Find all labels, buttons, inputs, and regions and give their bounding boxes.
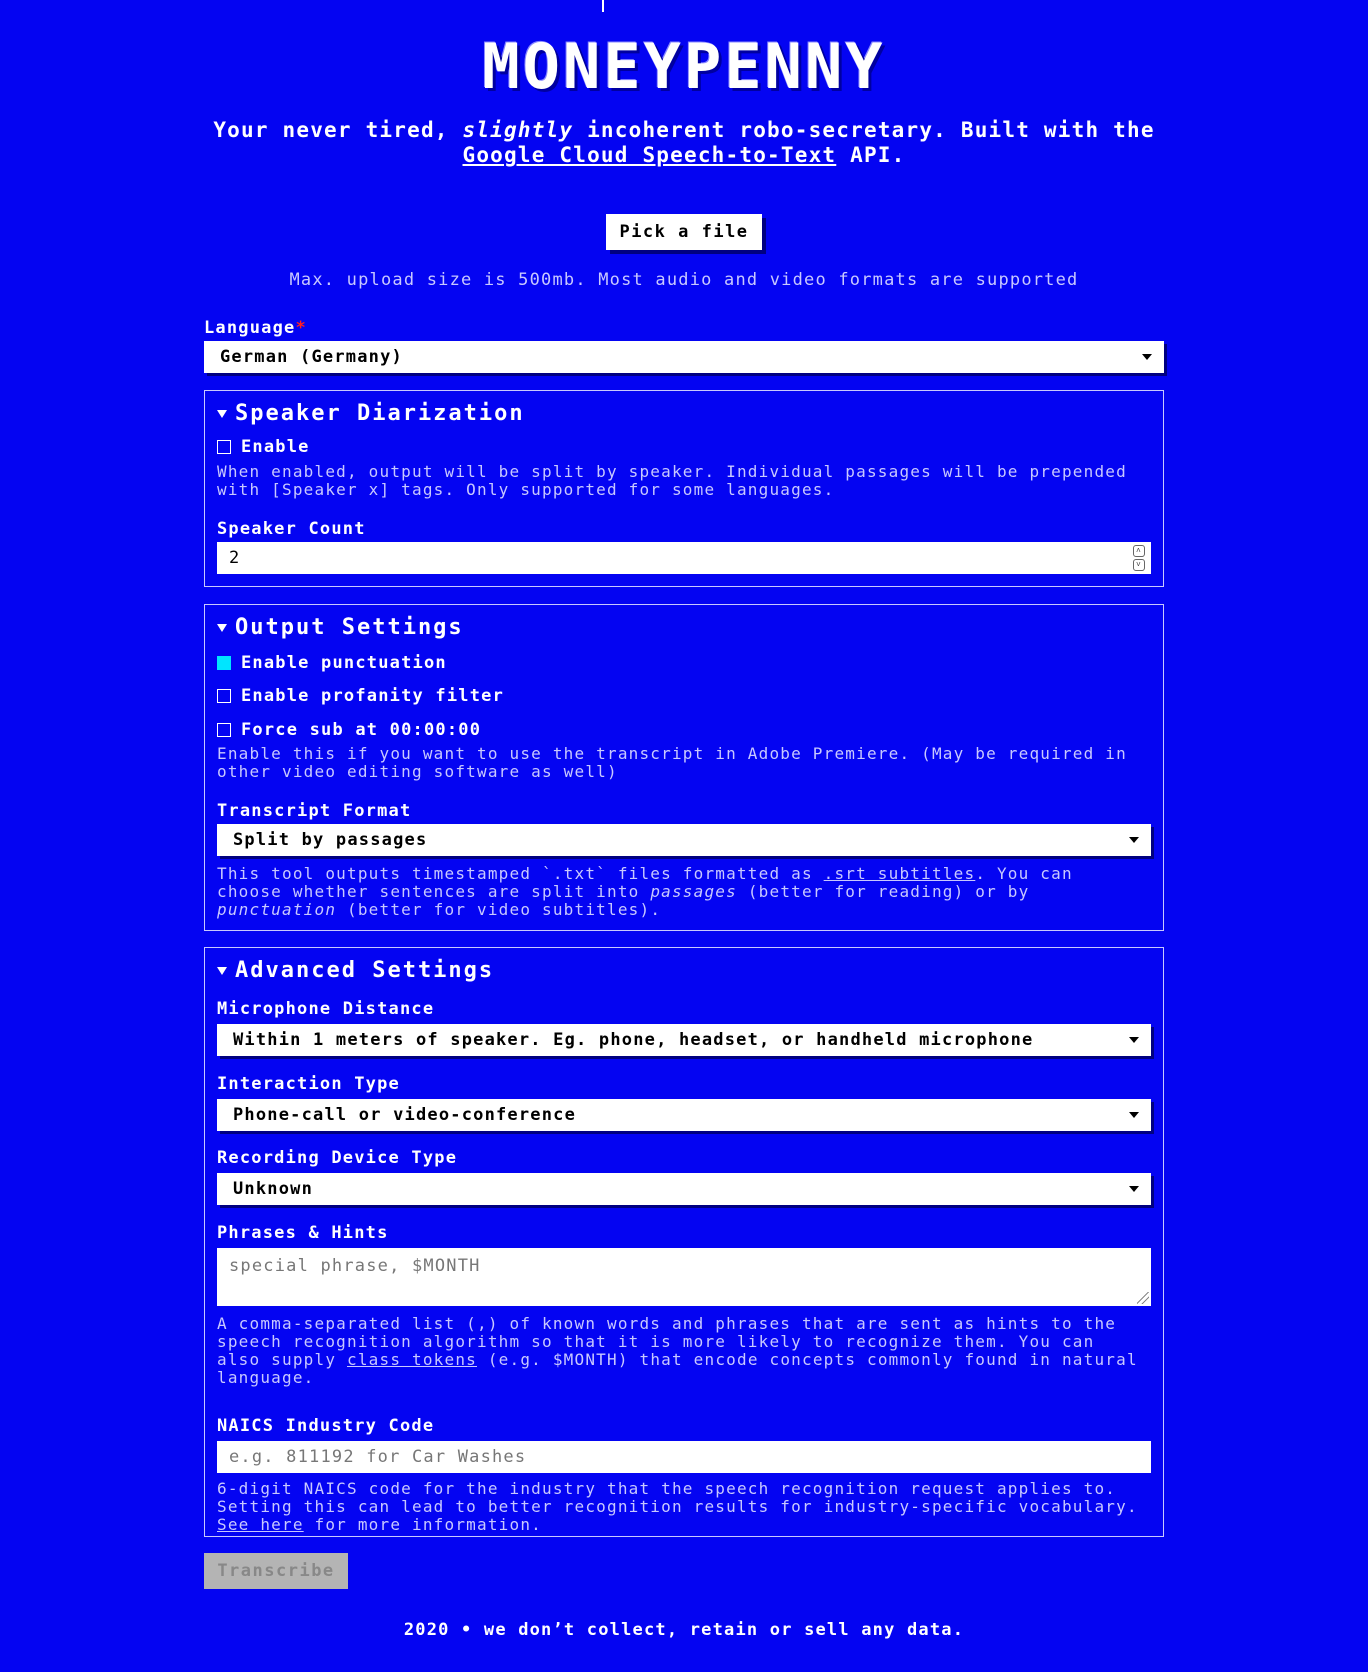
output-settings-section: Output Settings Enable punctuation Enabl… [204, 604, 1164, 931]
chevron-down-icon [1129, 1186, 1139, 1192]
number-stepper[interactable]: ˄ ˅ [1133, 545, 1145, 571]
naics-input[interactable]: e.g. 811192 for Car Washes [217, 1441, 1151, 1473]
diarization-help: When enabled, output will be split by sp… [217, 462, 1127, 499]
checkbox-icon[interactable] [217, 440, 231, 454]
triangle-down-icon [217, 624, 227, 632]
srt-subtitles-link[interactable]: .srt subtitles [824, 864, 976, 883]
phrases-label: Phrases & Hints [217, 1223, 389, 1243]
logo: MONEYPENNY [0, 0, 1368, 100]
pick-file-button[interactable]: Pick a file [606, 214, 762, 250]
chevron-down-icon [1142, 354, 1152, 360]
interaction-type-select[interactable]: Phone-call or video-conference [217, 1099, 1151, 1131]
checkbox-icon[interactable] [217, 723, 231, 737]
tagline: Your never tired, slightly incoherent ro… [213, 118, 1155, 167]
speech-to-text-link[interactable]: Google Cloud Speech-to-Text [463, 143, 837, 167]
triangle-down-icon [217, 410, 227, 418]
logo-wordmark: MONEYPENNY [482, 0, 885, 100]
chevron-down-icon [1129, 1112, 1139, 1118]
see-here-link[interactable]: See here [217, 1515, 304, 1534]
phrases-textarea[interactable]: special phrase, $MONTH [217, 1248, 1151, 1306]
required-mark: * [295, 318, 307, 338]
punctuation-checkbox[interactable]: Enable punctuation [217, 653, 447, 673]
transcript-format-label: Transcript Format [217, 801, 412, 821]
page: MONEYPENNY Your never tired, slightly in… [0, 0, 1368, 1672]
chevron-down-icon [1129, 1037, 1139, 1043]
interaction-type-label: Interaction Type [217, 1074, 400, 1094]
device-type-label: Recording Device Type [217, 1148, 458, 1168]
transcribe-button[interactable]: Transcribe [204, 1553, 348, 1589]
advanced-settings-toggle[interactable]: Advanced Settings [217, 958, 494, 983]
chevron-down-icon [1129, 837, 1139, 843]
force-sub-help: Enable this if you want to use the trans… [217, 744, 1127, 781]
naics-label: NAICS Industry Code [217, 1416, 435, 1436]
naics-help: 6-digit NAICS code for the industry that… [217, 1479, 1138, 1534]
transcript-format-help: This tool outputs timestamped `.txt` fil… [217, 864, 1073, 919]
force-sub-checkbox[interactable]: Force sub at 00:00:00 [217, 720, 481, 740]
device-type-select[interactable]: Unknown [217, 1173, 1151, 1205]
language-select[interactable]: German (Germany) [204, 341, 1164, 373]
upload-size-note: Max. upload size is 500mb. Most audio an… [289, 270, 1079, 290]
advanced-settings-section: Advanced Settings Microphone Distance Wi… [204, 947, 1164, 1537]
profanity-checkbox[interactable]: Enable profanity filter [217, 686, 504, 706]
phrases-help: A comma-separated list (,) of known word… [217, 1314, 1138, 1387]
checkbox-checked-icon[interactable] [217, 656, 231, 670]
mic-distance-label: Microphone Distance [217, 999, 435, 1019]
language-label: Language* [204, 318, 307, 338]
diarization-enable-checkbox[interactable]: Enable [217, 437, 310, 457]
mic-distance-select[interactable]: Within 1 meters of speaker. Eg. phone, h… [217, 1024, 1151, 1056]
class-tokens-link[interactable]: class tokens [347, 1350, 477, 1369]
checkbox-icon[interactable] [217, 689, 231, 703]
resize-handle-icon[interactable] [1137, 1292, 1149, 1304]
footer: 2020 • we don’t collect, retain or sell … [403, 1620, 965, 1640]
speaker-count-input[interactable]: 2 ˄ ˅ [217, 542, 1151, 574]
output-settings-toggle[interactable]: Output Settings [217, 615, 464, 640]
speaker-count-label: Speaker Count [217, 519, 366, 539]
speaker-diarization-section: Speaker Diarization Enable When enabled,… [204, 390, 1164, 587]
speaker-diarization-toggle[interactable]: Speaker Diarization [217, 401, 525, 426]
triangle-down-icon [217, 967, 227, 975]
transcript-format-select[interactable]: Split by passages [217, 824, 1151, 856]
